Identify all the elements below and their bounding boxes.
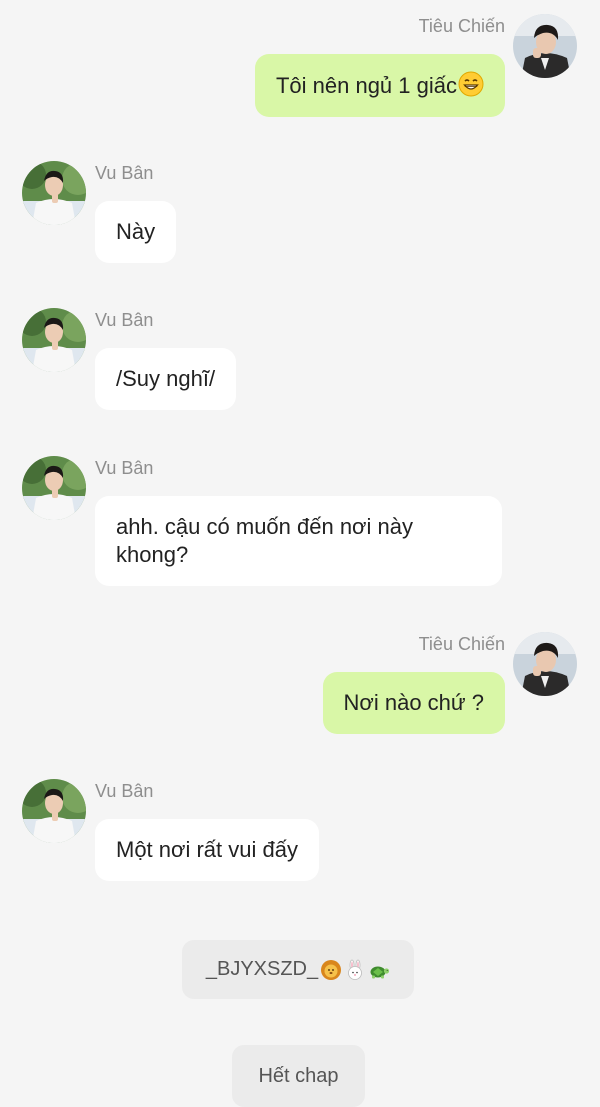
message-row: Vu Bân /Suy nghĩ/ <box>0 308 600 418</box>
avatar-photo-left <box>22 161 86 225</box>
avatar[interactable] <box>22 779 86 843</box>
end-chapter-label: Hết chap <box>258 1064 339 1087</box>
signature-text: _BJYXSZD_ <box>205 958 319 980</box>
message-bubble-outgoing[interactable]: Tôi nên ngủ 1 giấc <box>254 54 505 117</box>
message-text: ahh. cậu có muốn đến nơi này khong? <box>116 514 413 567</box>
message-bubble-incoming[interactable]: /Suy nghĩ/ <box>95 348 237 410</box>
message-row: Vu Bân Một nơi rất vui đấy <box>0 779 600 889</box>
turtle-icon <box>370 966 390 978</box>
grinning-face-icon <box>458 71 484 97</box>
avatar-photo-right <box>513 14 577 78</box>
sender-name: Vu Bân <box>95 163 154 183</box>
message-text: Tôi nên ngủ 1 giấc <box>275 73 457 98</box>
sender-name: Tiêu Chiến <box>418 634 505 654</box>
rabbit-icon <box>348 959 363 980</box>
avatar-photo-left <box>22 779 86 843</box>
avatar[interactable] <box>513 14 577 78</box>
message-bubble-incoming[interactable]: Này <box>95 201 177 263</box>
avatar-photo-right <box>513 632 577 696</box>
sender-name: Vu Bân <box>95 458 154 478</box>
signature-chip: _BJYXSZD_ <box>182 940 414 999</box>
avatar[interactable] <box>22 456 86 520</box>
sender-name: Tiêu Chiến <box>418 16 505 36</box>
lion-icon <box>321 959 342 980</box>
avatar[interactable] <box>22 308 86 372</box>
message-row: Vu Bân Này <box>0 161 600 271</box>
sender-name: Vu Bân <box>95 781 154 801</box>
message-bubble-incoming[interactable]: Một nơi rất vui đấy <box>95 819 319 881</box>
message-bubble-outgoing[interactable]: Nơi nào chứ ? <box>322 672 505 734</box>
end-chapter-button[interactable]: Hết chap <box>232 1045 365 1107</box>
message-text: Nơi nào chứ ? <box>343 690 484 715</box>
message-text: Một nơi rất vui đấy <box>116 837 298 862</box>
avatar-photo-left <box>22 308 86 372</box>
avatar-photo-left <box>22 456 86 520</box>
message-bubble-incoming[interactable]: ahh. cậu có muốn đến nơi này khong? <box>95 496 502 586</box>
message-row: Tiêu Chiến Tôi nên ngủ 1 giấc <box>0 14 600 124</box>
message-text: Này <box>116 219 156 244</box>
avatar[interactable] <box>22 161 86 225</box>
message-text: /Suy nghĩ/ <box>116 366 216 391</box>
message-row: Vu Bân ahh. cậu có muốn đến nơi này khon… <box>0 456 600 591</box>
sender-name: Vu Bân <box>95 310 154 330</box>
avatar[interactable] <box>513 632 577 696</box>
message-row: Tiêu Chiến Nơi nào chứ ? <box>0 632 600 742</box>
